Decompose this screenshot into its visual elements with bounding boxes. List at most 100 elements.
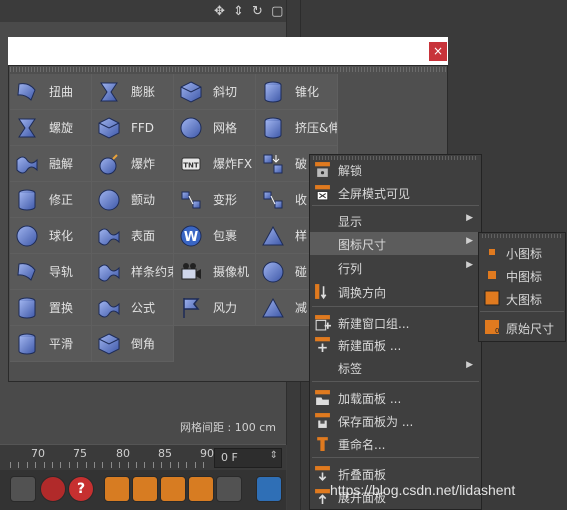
menu-item-label: 重命名... [338,438,386,452]
palette-item-label: 扭曲 [49,85,74,99]
timeline-tick [144,462,145,468]
palette-item-displacer[interactable]: 置换 [10,290,92,326]
palette-item-melt[interactable]: 融解 [10,146,92,182]
smoothing-icon [15,332,49,356]
film-strip-button[interactable] [256,476,282,502]
dots-tool-button[interactable] [216,476,242,502]
palette-item-bevel[interactable]: 倒角 [92,326,174,362]
menu-item-9[interactable]: 标签 ▶ [310,356,481,379]
menu-item-3[interactable]: 显示 ▶ [310,209,481,232]
menu-item-6[interactable]: 调换方向 [310,280,481,303]
spline-deformer-icon [261,224,295,248]
timeline-tick-label: 80 [116,447,130,460]
palette-item-smoothing[interactable]: 平滑 [10,326,92,362]
menu-item-label: 新建面板 ... [338,339,402,353]
timeline-tick [52,462,53,468]
fullscreen-icon [314,184,331,201]
submenu-item-large-size-icon[interactable]: 大图标 [479,287,565,309]
spherify-icon [15,224,49,248]
palette-item-mesh[interactable]: 网格 [174,110,256,146]
palette-item-label: 样 [295,229,308,243]
timeline-tick [94,462,95,468]
deformer-grid: 扭曲 膨胀 斜切 锥化螺旋 FFD 网格 挤压&伸展融解 爆炸 TNT 爆炸FX 破修正 颤动 变形 收球… [10,74,356,362]
palette-item-spline-wrap[interactable]: 样条约束 [92,254,174,290]
timeline-tick [111,462,112,468]
palette-item-label: 修正 [49,193,74,207]
shear-icon [179,80,213,104]
palette-item-surface[interactable]: 表面 [92,218,174,254]
unlock-icon [314,161,331,178]
palette-item-bend[interactable]: 扭曲 [10,74,92,110]
timeline-tick [35,462,36,468]
palette-item-rail[interactable]: 导轨 [10,254,92,290]
timeline-tick [153,462,154,468]
menu-item-label: 行列 [338,262,363,276]
palette-item-spherify[interactable]: 球化 [10,218,92,254]
menu-item-12[interactable]: 重命名... [310,432,481,455]
displacer-icon [15,296,49,320]
palette-item-camera[interactable]: 摄像机 [174,254,256,290]
menu-item-4[interactable]: 图标尺寸 ▶ [310,232,481,255]
menu-item-1[interactable]: 解锁 [310,158,481,181]
explosion-fx-icon: TNT [179,152,213,176]
timeline-tick [170,462,171,468]
scale-tool-button[interactable] [132,476,158,502]
submenu-grip[interactable] [482,234,562,238]
timeline-tick-label: 85 [158,447,172,460]
palette-item-label: 摄像机 [213,265,250,279]
palette-item-label: 碰 [295,265,308,279]
submenu-item-original-size[interactable]: 0 原始尺寸 [479,316,565,338]
palette-item-explosion[interactable]: 爆炸 [92,146,174,182]
palette-item-ffd[interactable]: FFD [92,110,174,146]
palette-item-squash-stretch[interactable]: 挤压&伸展 [256,110,338,146]
current-frame-field[interactable]: 0 F ⇕ [214,448,282,468]
menu-item-label: 解锁 [338,164,363,178]
palette-item-shear[interactable]: 斜切 [174,74,256,110]
palette-item-morph[interactable]: 变形 [174,182,256,218]
timeline-tick [18,462,19,468]
viewport-nav-icons[interactable]: ✥ ⇕ ↻ ▢ [214,4,285,19]
timeline-tick [186,462,187,468]
palette-item-wrap[interactable]: W 包裹 [174,218,256,254]
timeline-tick [44,462,45,468]
taper-icon [261,80,295,104]
palette-item-formula[interactable]: 公式 [92,290,174,326]
palette-item-jiggle[interactable]: 颤动 [92,182,174,218]
help-button[interactable]: ? [68,476,94,502]
menu-item-2[interactable]: 全屏模式可见 [310,181,481,204]
palette-item-label: 网格 [213,121,238,135]
palette-item-correction[interactable]: 修正 [10,182,92,218]
svg-text:0: 0 [495,327,499,335]
submenu-item-medium-size-icon[interactable]: 中图标 [479,264,565,286]
submenu-separator [480,311,564,312]
rotate-tool-button[interactable] [160,476,186,502]
menu-item-label: 图标尺寸 [338,238,387,252]
timeline-tick [203,462,204,468]
record-disabled-button[interactable] [10,476,36,502]
menu-item-5[interactable]: 行列 ▶ [310,256,481,279]
palette-item-wind[interactable]: 风力 [174,290,256,326]
palette-title-bar[interactable] [8,37,448,65]
menu-item-10[interactable]: 加载面板 ... [310,386,481,409]
palette-item-bulge[interactable]: 膨胀 [92,74,174,110]
record-button[interactable] [40,476,66,502]
bulge-icon [97,80,131,104]
param-tool-button[interactable] [188,476,214,502]
frame-stepper-icon[interactable]: ⇕ [270,450,278,461]
timeline-tick [60,462,61,468]
palette-grip[interactable] [10,67,446,72]
move-tool-button[interactable] [104,476,130,502]
palette-item-label: 挤压&伸展 [295,121,337,135]
menu-item-11[interactable]: 保存面板为 ... [310,409,481,432]
palette-item-label: 锥化 [295,85,320,99]
menu-item-8[interactable]: 新建面板 ... [310,333,481,356]
palette-item-taper[interactable]: 锥化 [256,74,338,110]
palette-item-twist[interactable]: 螺旋 [10,110,92,146]
menu-item-7[interactable]: 新建窗口组... [310,311,481,334]
timeline-tick [128,462,129,468]
palette-item-label: 破 [295,157,308,171]
close-button[interactable]: × [429,42,447,61]
svg-text:TNT: TNT [183,161,199,169]
submenu-item-small-size-icon[interactable]: 小图标 [479,241,565,263]
palette-item-explosion-fx[interactable]: TNT 爆炸FX [174,146,256,182]
